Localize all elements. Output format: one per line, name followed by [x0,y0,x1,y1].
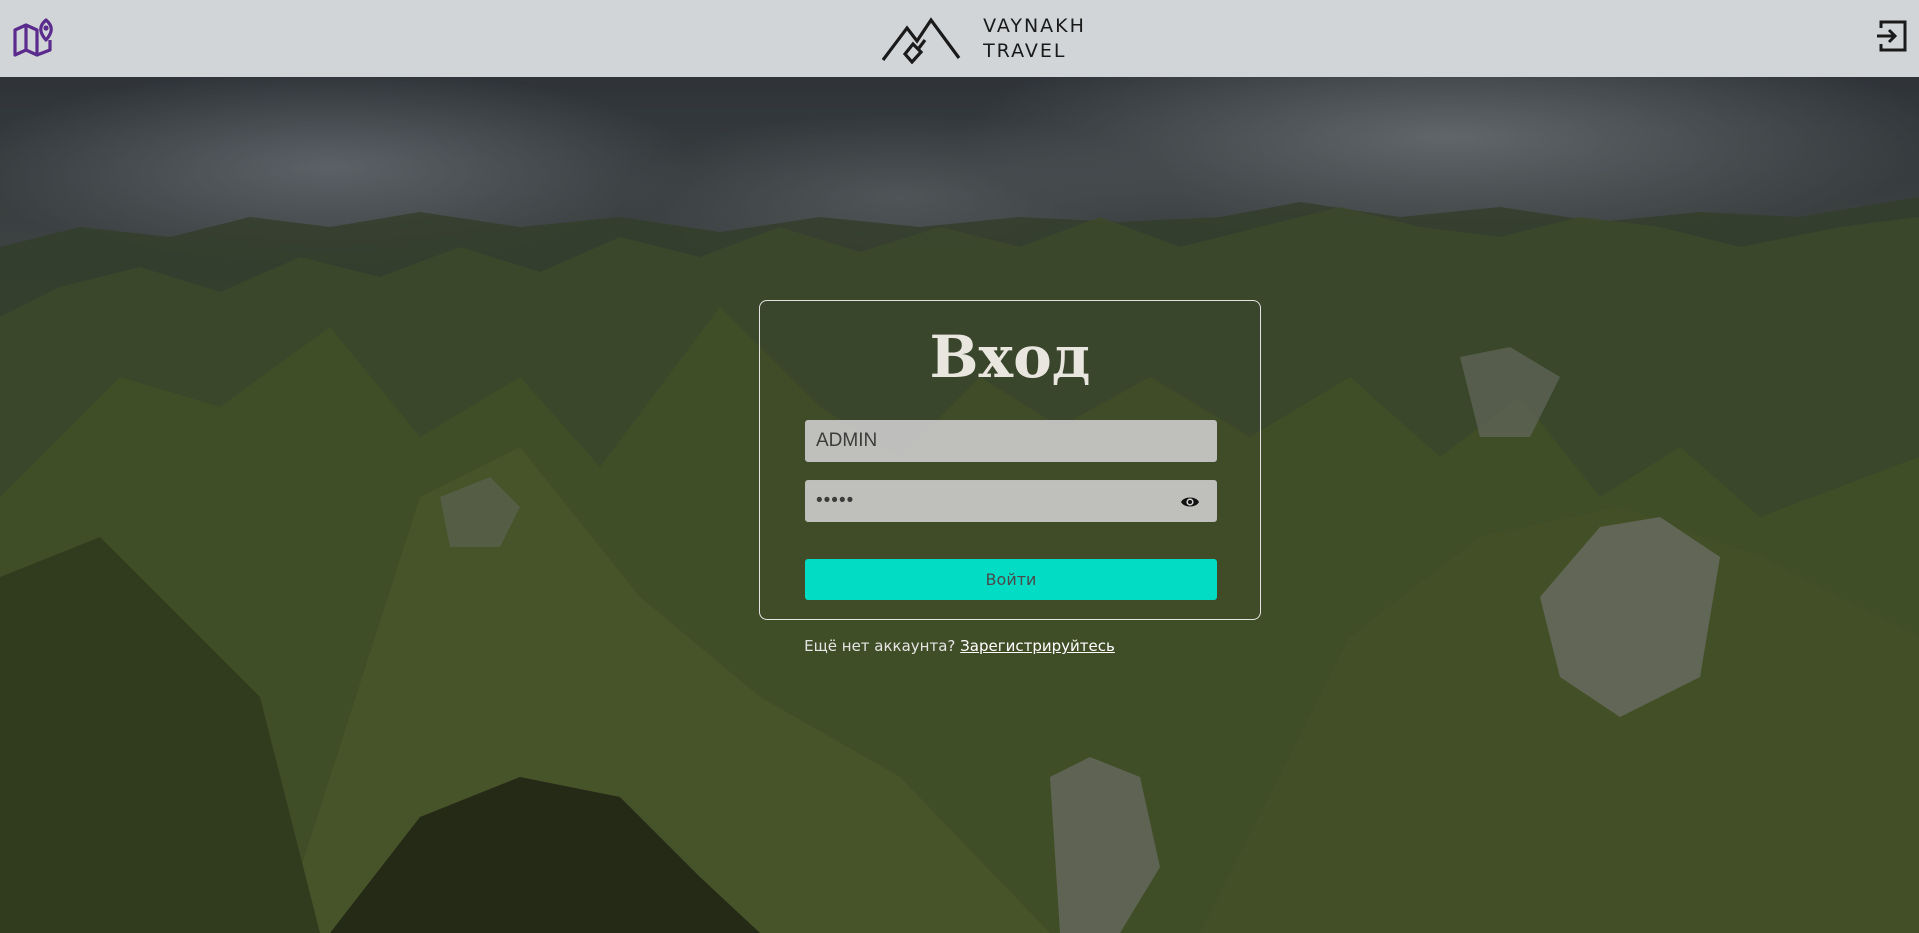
login-card: Вход Войти [759,300,1261,620]
register-link[interactable]: Зарегистрируйтесь [960,637,1115,655]
register-prompt: Ещё нет аккаунта? Зарегистрируйтесь [0,637,1919,655]
username-input[interactable] [806,421,1216,461]
logo-text: VAYNAKH TRAVEL [983,14,1086,64]
password-input[interactable] [806,481,1216,521]
password-field[interactable] [805,480,1217,522]
username-field[interactable] [805,420,1217,462]
login-submit-button[interactable]: Войти [805,559,1217,600]
login-enter-icon[interactable] [1875,18,1909,54]
eye-icon[interactable] [1180,494,1200,510]
register-prompt-text: Ещё нет аккаунта? [804,637,956,655]
top-header: VAYNAKH TRAVEL [0,0,1919,77]
logo-line-2: TRAVEL [983,39,1067,62]
login-title: Вход [929,323,1091,391]
logo-line-1: VAYNAKH [983,14,1086,37]
site-logo[interactable]: VAYNAKH TRAVEL [881,14,1086,64]
mountain-logo-icon [881,16,961,64]
map-pin-icon[interactable] [12,16,58,58]
